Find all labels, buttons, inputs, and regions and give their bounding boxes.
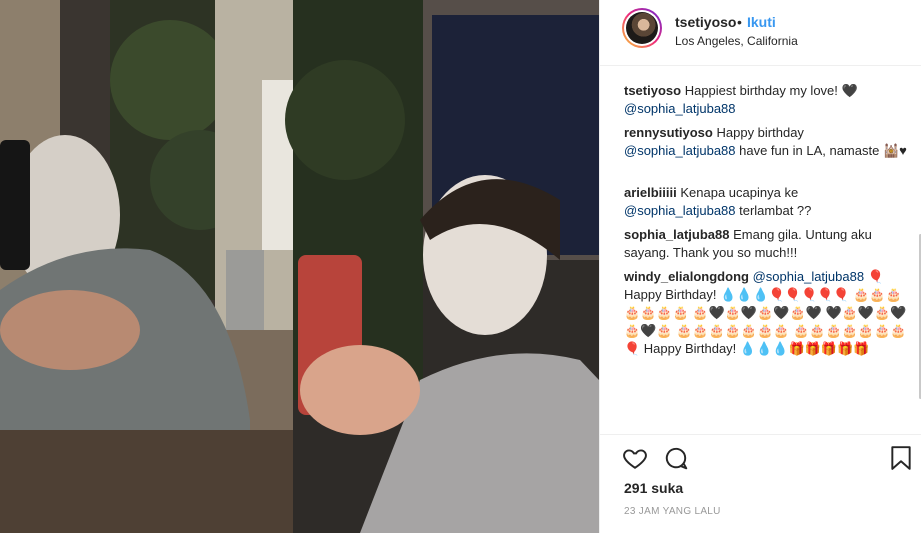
post-sidebar: tsetiyoso • Ikuti Los Angeles, Californi…	[599, 0, 921, 533]
comment-text-after: terlambat ??	[735, 203, 812, 218]
photo-collage	[0, 0, 599, 533]
comment-username[interactable]: tsetiyoso	[624, 83, 681, 98]
post-timestamp[interactable]: 23 JAM YANG LALU	[624, 506, 721, 517]
comment: rennysutiyoso Happy birthday @sophia_lat…	[624, 124, 909, 160]
comment-text-after: have fun in LA, namaste 🕍♥	[735, 143, 907, 158]
username-link[interactable]: tsetiyoso	[675, 14, 736, 30]
follow-button[interactable]: Ikuti	[747, 14, 776, 30]
likes-count[interactable]: 291 suka	[624, 480, 683, 496]
comment-mention[interactable]: @sophia_latjuba88	[624, 143, 736, 158]
heart-icon[interactable]	[622, 445, 648, 476]
avatar[interactable]	[622, 8, 662, 48]
post-photo[interactable]	[0, 0, 599, 533]
comment: arielbiiiii Kenapa ucapinya ke @sophia_l…	[624, 184, 909, 220]
comment-mention[interactable]: @sophia_latjuba88	[624, 101, 736, 116]
comment-text: Happiest birthday my love! 🖤	[684, 83, 858, 98]
bookmark-icon[interactable]	[889, 445, 913, 476]
comment-icon[interactable]	[663, 445, 689, 476]
comment-username[interactable]: arielbiiiii	[624, 185, 677, 200]
comment-username[interactable]: sophia_latjuba88	[624, 227, 729, 242]
comments-list[interactable]: tsetiyoso Happiest birthday my love! 🖤 @…	[600, 66, 921, 434]
comment-username[interactable]: windy_elialongdong	[624, 269, 749, 284]
post-actions: 291 suka 23 JAM YANG LALU	[600, 434, 921, 533]
comment: sophia_latjuba88 Emang gila. Untung aku …	[624, 226, 909, 262]
comment-mention[interactable]: @sophia_latjuba88	[753, 269, 865, 284]
comment-text: Happy birthday	[716, 125, 804, 140]
comment: tsetiyoso Happiest birthday my love! 🖤 @…	[624, 82, 909, 118]
comment-mention[interactable]: @sophia_latjuba88	[624, 203, 736, 218]
separator-dot: •	[737, 14, 742, 30]
comment: windy_elialongdong @sophia_latjuba88 🎈 H…	[624, 268, 909, 358]
comment-text: Kenapa ucapinya ke	[680, 185, 799, 200]
post-header: tsetiyoso • Ikuti Los Angeles, Californi…	[600, 0, 921, 66]
comment-username[interactable]: rennysutiyoso	[624, 125, 713, 140]
location-link[interactable]: Los Angeles, California	[675, 34, 798, 48]
